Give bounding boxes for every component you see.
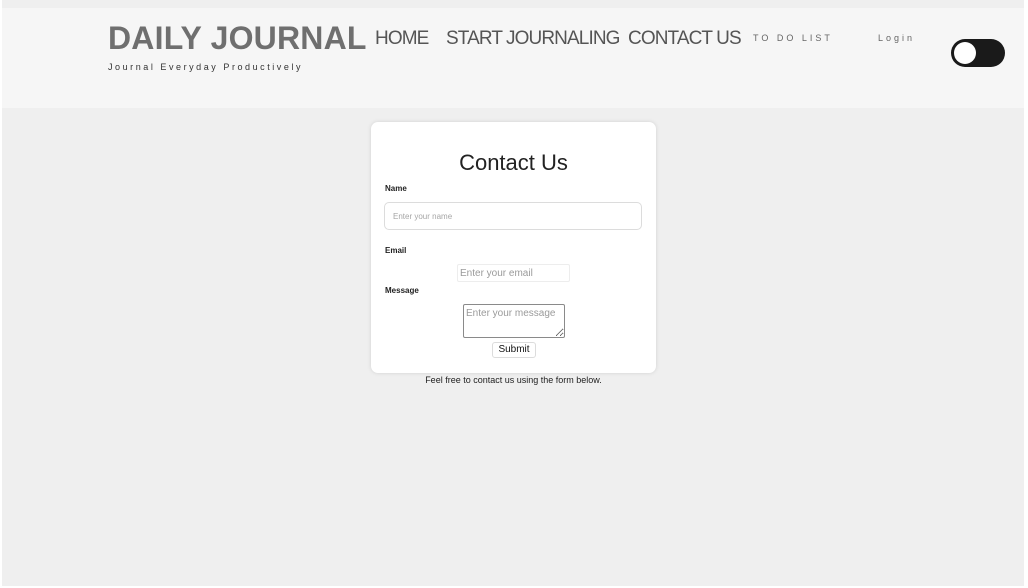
nav-contact-us-link[interactable]: CONTACT US (628, 28, 742, 50)
email-input[interactable] (457, 264, 570, 282)
contact-title: Contact Us (459, 150, 568, 175)
brand-title[interactable]: DAILY JOURNAL (108, 20, 367, 57)
nav-home-link[interactable]: HOME (375, 28, 429, 50)
name-label: Name (385, 184, 407, 193)
submit-button[interactable]: Submit (492, 342, 536, 358)
site-header: DAILY JOURNAL Journal Everyday Productiv… (2, 8, 1024, 108)
message-label: Message (385, 286, 419, 295)
toggle-knob (954, 42, 976, 64)
email-label: Email (385, 246, 407, 255)
nav-todo-list-link[interactable]: TO DO LIST (753, 33, 833, 43)
name-input[interactable] (384, 202, 642, 230)
nav-login-link[interactable]: Login (878, 33, 915, 43)
page-background: DAILY JOURNAL Journal Everyday Productiv… (2, 0, 1024, 586)
contact-footnote: Feel free to contact us using the form b… (425, 375, 602, 385)
nav-start-journaling-link[interactable]: START JOURNALING (446, 28, 620, 50)
contact-card: Contact Us Name Email Message Submit (371, 122, 656, 373)
brand-tagline: Journal Everyday Productively (108, 62, 304, 72)
message-textarea[interactable] (463, 304, 565, 338)
theme-toggle-switch[interactable] (951, 39, 1005, 67)
